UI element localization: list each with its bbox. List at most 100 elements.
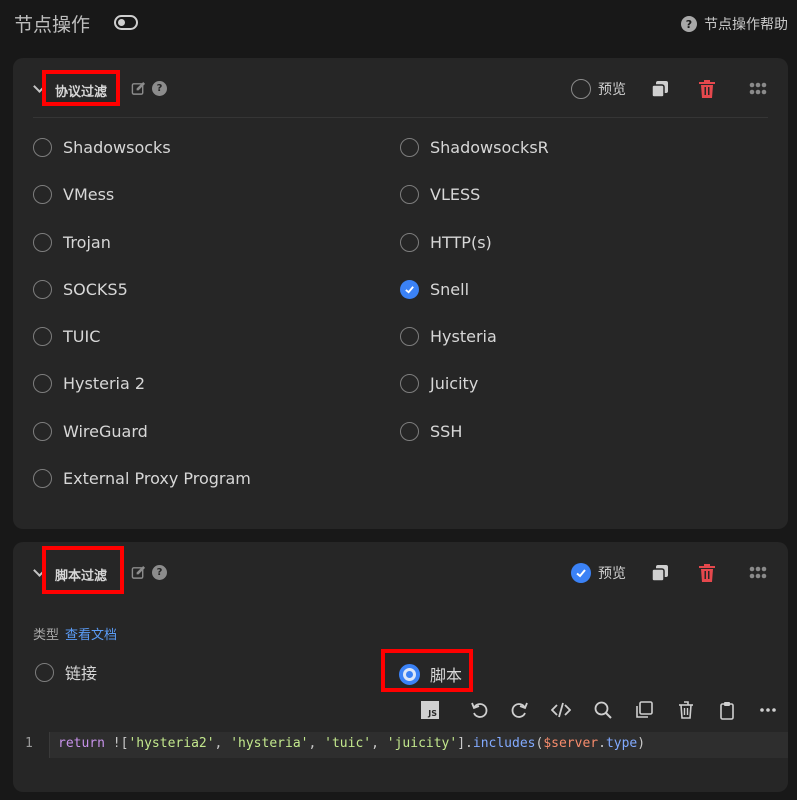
checkbox[interactable] [400, 374, 419, 393]
trash-icon[interactable] [697, 79, 717, 99]
radio-unchecked [571, 79, 591, 99]
option-tuic[interactable]: TUIC [33, 327, 100, 346]
checkbox[interactable] [400, 422, 419, 441]
drag-handle-icon[interactable] [748, 563, 768, 583]
divider [33, 117, 768, 118]
docs-link[interactable]: 查看文档 [65, 628, 117, 643]
more-icon[interactable] [758, 700, 778, 720]
redo-icon[interactable] [510, 700, 530, 720]
option-label: Hysteria 2 [63, 374, 146, 393]
checkbox[interactable] [33, 185, 52, 204]
code-token: 'hysteria2' [128, 736, 215, 751]
option-label: Hysteria [430, 327, 497, 346]
option-label: VMess [63, 185, 115, 204]
checkbox[interactable] [33, 138, 52, 157]
checkbox[interactable] [33, 469, 52, 488]
option-ssh[interactable]: SSH [400, 422, 462, 441]
js-icon[interactable]: JS [421, 701, 439, 719]
option-shadowsocksr[interactable]: ShadowsocksR [400, 138, 549, 157]
clipboard-icon[interactable] [717, 700, 737, 720]
option-vless[interactable]: VLESS [400, 185, 480, 204]
preview-label: 预览 [598, 82, 626, 98]
help-label: 节点操作帮助 [704, 17, 788, 33]
copy-icon[interactable] [650, 79, 670, 99]
option-shadowsocks[interactable]: Shadowsocks [33, 138, 171, 157]
code-token: 'tuic' [324, 736, 372, 751]
option-juicity[interactable]: Juicity [400, 374, 478, 393]
code-line[interactable]: return !['hysteria2', 'hysteria', 'tuic'… [49, 732, 788, 758]
option-label: External Proxy Program [63, 469, 251, 488]
checkbox[interactable] [400, 185, 419, 204]
code-icon[interactable] [551, 700, 571, 720]
card-header: 脚本过滤 ? 预览 [13, 542, 788, 602]
checkbox[interactable] [33, 233, 52, 252]
search-icon[interactable] [593, 700, 613, 720]
option-label: WireGuard [63, 422, 148, 441]
option-wireguard[interactable]: WireGuard [33, 422, 148, 441]
page-title: 节点操作 [14, 14, 91, 36]
checkbox[interactable] [400, 138, 419, 157]
code-token: return [58, 736, 105, 751]
trash-icon[interactable] [676, 700, 696, 720]
checkbox[interactable] [33, 327, 52, 346]
help-link[interactable]: ? 节点操作帮助 [681, 14, 788, 34]
mode-link-radio[interactable]: 链接 [35, 660, 97, 684]
edit-icon[interactable] [131, 565, 146, 580]
preview-label: 预览 [598, 566, 626, 582]
option-label: SOCKS5 [63, 280, 128, 299]
checkbox[interactable] [33, 374, 52, 393]
code-token: ]. [457, 736, 473, 751]
mode-script-radio[interactable]: 脚本 [399, 662, 462, 686]
option-https[interactable]: HTTP(s) [400, 233, 492, 252]
code-token: . [598, 736, 606, 751]
option-label: Snell [430, 280, 470, 299]
script-filter-card: 脚本过滤 ? 预览 类型 查看文档 链接 脚本 JS 1 return !['h… [13, 542, 788, 792]
preview-toggle[interactable]: 预览 [571, 563, 626, 583]
undo-icon[interactable] [469, 700, 489, 720]
option-hysteria2[interactable]: Hysteria 2 [33, 374, 145, 393]
checkbox[interactable] [400, 327, 419, 346]
edit-icon[interactable] [131, 81, 146, 96]
option-socks5[interactable]: SOCKS5 [33, 280, 128, 299]
question-icon[interactable]: ? [152, 81, 167, 96]
option-label: VLESS [430, 185, 481, 204]
drag-handle-icon[interactable] [748, 79, 768, 99]
code-editor[interactable]: 1 return !['hysteria2', 'hysteria', 'tui… [13, 732, 788, 758]
option-external-proxy[interactable]: External Proxy Program [33, 469, 251, 488]
option-snell[interactable]: Snell [400, 280, 469, 299]
highlight-box [42, 70, 120, 106]
option-label: TUIC [63, 327, 101, 346]
radio-selected[interactable] [399, 663, 420, 685]
checkbox[interactable] [33, 280, 52, 299]
option-label: Juicity [430, 374, 479, 393]
type-row: 类型 查看文档 [33, 624, 117, 643]
option-label: HTTP(s) [430, 233, 492, 252]
option-vmess[interactable]: VMess [33, 185, 114, 204]
node-ops-toggle[interactable] [114, 15, 138, 30]
code-token: includes [472, 736, 536, 751]
page-header: 节点操作 ? 节点操作帮助 [0, 0, 797, 48]
option-label: ShadowsocksR [430, 138, 549, 157]
option-label: SSH [430, 422, 463, 441]
option-hysteria[interactable]: Hysteria [400, 327, 497, 346]
question-icon: ? [681, 16, 697, 32]
checkbox[interactable] [400, 233, 419, 252]
trash-icon[interactable] [697, 563, 717, 583]
editor-toolbar: JS [417, 700, 777, 722]
radio-unchecked[interactable] [35, 662, 54, 682]
option-label: Shadowsocks [63, 138, 171, 157]
code-token: ![ [104, 736, 129, 751]
preview-toggle[interactable]: 预览 [571, 79, 626, 99]
toggle-knob [118, 19, 125, 26]
option-label: Trojan [63, 233, 111, 252]
checkbox[interactable] [33, 422, 52, 441]
code-token: type [605, 736, 638, 751]
code-token: ) [637, 736, 646, 751]
radio-checked [571, 563, 591, 583]
question-icon[interactable]: ? [152, 565, 167, 580]
code-token: , [214, 736, 231, 751]
option-trojan[interactable]: Trojan [33, 233, 111, 252]
copy-icon[interactable] [650, 563, 670, 583]
copy-icon[interactable] [634, 700, 654, 720]
checkbox-checked[interactable] [400, 280, 419, 299]
